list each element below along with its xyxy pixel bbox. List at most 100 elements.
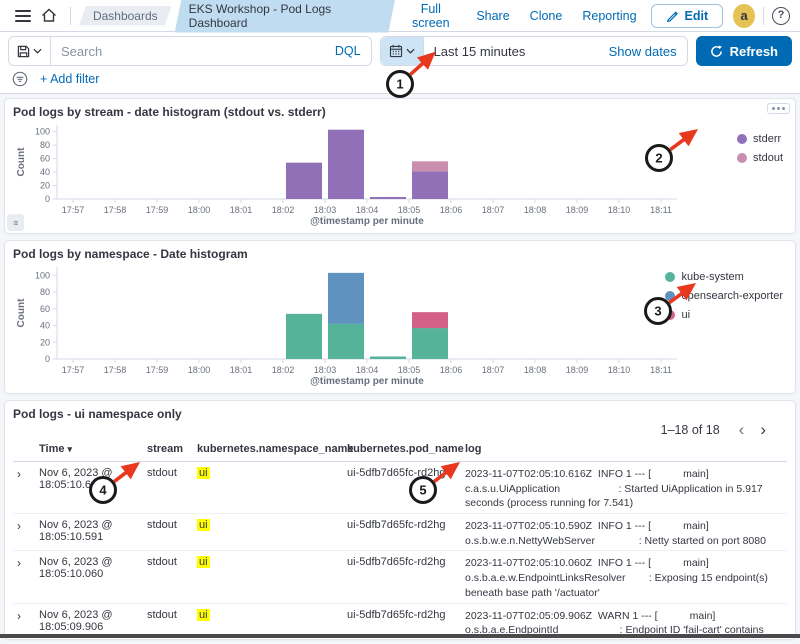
menu-button[interactable]	[10, 6, 36, 26]
column-header-stream[interactable]: stream	[143, 439, 193, 462]
svg-text:@timestamp per minute: @timestamp per minute	[310, 216, 424, 227]
legend-label: ui	[681, 309, 690, 321]
calendar-icon	[389, 44, 403, 58]
svg-text:18:01: 18:01	[230, 205, 253, 215]
svg-text:18:00: 18:00	[188, 365, 211, 375]
column-header-kubernetes-pod-name[interactable]: kubernetes.pod_name	[343, 439, 461, 462]
legend-item-ui[interactable]: ui	[665, 309, 783, 321]
filter-bar: + Add filter	[0, 70, 800, 94]
pagination-label: 1–18 of 18	[661, 423, 720, 437]
expand-row-icon[interactable]: ›	[13, 551, 35, 603]
panel-title[interactable]: Pod logs by namespace - Date histogram	[13, 247, 787, 261]
legend-toggle-icon[interactable]	[7, 214, 24, 231]
namespace-cell: ui	[193, 462, 343, 514]
time-range-label[interactable]: Last 15 minutes	[424, 44, 536, 59]
svg-text:18:09: 18:09	[566, 205, 589, 215]
help-icon[interactable]: ?	[772, 7, 790, 25]
svg-text:18:04: 18:04	[356, 205, 379, 215]
column-header-log[interactable]: log	[461, 439, 787, 462]
svg-text:18:10: 18:10	[608, 205, 631, 215]
table-row: ›Nov 6, 2023 @ 18:05:10.616stdoutuiui-5d…	[13, 462, 787, 514]
pagination-prev-icon[interactable]: ‹	[732, 423, 752, 437]
refresh-button[interactable]: Refresh	[696, 36, 792, 66]
calendar-button[interactable]	[381, 37, 424, 65]
svg-text:0: 0	[45, 354, 50, 364]
svg-text:Count: Count	[16, 147, 27, 177]
breadcrumb-dashboards[interactable]: Dashboards	[79, 6, 172, 26]
legend-item-opensearch-exporter[interactable]: opensearch-exporter	[665, 290, 783, 302]
svg-text:18:05: 18:05	[398, 205, 421, 215]
table-row: ›Nov 6, 2023 @ 18:05:10.060stdoutuiui-5d…	[13, 551, 787, 603]
svg-text:17:57: 17:57	[62, 205, 85, 215]
home-icon	[41, 8, 57, 23]
pod-name-cell: ui-5dfb7d65fc-rd2hg	[343, 514, 461, 551]
sort-desc-icon: ▾	[67, 444, 72, 454]
svg-text:17:59: 17:59	[146, 205, 169, 215]
svg-text:100: 100	[35, 127, 50, 137]
panel-title[interactable]: Pod logs - ui namespace only	[13, 407, 787, 421]
legend-item-kube-system[interactable]: kube-system	[665, 271, 783, 283]
breadcrumb-current[interactable]: EKS Workshop - Pod Logs Dashboard	[175, 0, 396, 33]
avatar[interactable]: a	[733, 4, 755, 28]
svg-text:18:11: 18:11	[650, 365, 672, 375]
svg-text:80: 80	[40, 287, 50, 297]
search-input[interactable]	[51, 44, 325, 59]
panel-pod-logs-by-namespace: Pod logs by namespace - Date histogram 0…	[4, 240, 796, 394]
edit-label: Edit	[685, 9, 709, 23]
pod-name-cell: ui-5dfb7d65fc-rd2hg	[343, 551, 461, 603]
edit-button[interactable]: Edit	[651, 4, 724, 28]
nav-divider	[70, 7, 71, 25]
legend-label: stdout	[753, 152, 783, 164]
namespace-highlight: ui	[197, 467, 210, 479]
stream-cell: stdout	[143, 551, 193, 603]
svg-text:17:58: 17:58	[104, 205, 127, 215]
legend-item-stderr[interactable]: stderr	[737, 133, 783, 145]
dql-button[interactable]: DQL	[325, 44, 371, 58]
column-header-time[interactable]: Time▾	[35, 439, 143, 462]
svg-text:@timestamp per minute: @timestamp per minute	[310, 376, 424, 387]
log-cell: 2023-11-07T02:05:10.060Z INFO 1 --- [ ma…	[461, 551, 787, 603]
legend-dot	[737, 134, 747, 144]
svg-text:18:11: 18:11	[650, 205, 672, 215]
clone-link[interactable]: Clone	[530, 7, 563, 25]
panel-title[interactable]: Pod logs by stream - date histogram (std…	[13, 105, 787, 119]
share-link[interactable]: Share	[476, 7, 509, 25]
home-button[interactable]	[36, 5, 62, 26]
namespace-highlight: ui	[197, 519, 210, 531]
show-dates-link[interactable]: Show dates	[599, 44, 687, 59]
panel-pod-logs-table: Pod logs - ui namespace only 1–18 of 18 …	[4, 400, 796, 640]
add-filter-button[interactable]: + Add filter	[40, 72, 99, 86]
filter-options-button[interactable]	[12, 71, 28, 87]
time-cell: Nov 6, 2023 @ 18:05:10.616	[35, 462, 143, 514]
legend-label: opensearch-exporter	[681, 290, 783, 302]
svg-text:Count: Count	[16, 298, 27, 328]
svg-text:18:01: 18:01	[230, 365, 253, 375]
svg-text:40: 40	[40, 167, 50, 177]
svg-text:18:10: 18:10	[608, 365, 631, 375]
svg-text:17:58: 17:58	[104, 365, 127, 375]
dashboard-main: Pod logs by stream - date histogram (std…	[0, 94, 800, 644]
chart-legend: kube-system opensearch-exporter ui	[665, 271, 783, 321]
svg-text:18:00: 18:00	[188, 205, 211, 215]
query-bar: DQL Last 15 minutes Show dates Refresh	[0, 32, 800, 70]
chevron-down-icon	[33, 48, 42, 54]
svg-text:80: 80	[40, 140, 50, 150]
expand-row-icon[interactable]: ›	[13, 462, 35, 514]
saved-query-button[interactable]	[9, 37, 51, 65]
hamburger-icon	[15, 9, 31, 23]
full-screen-link[interactable]: Full screen	[405, 0, 456, 32]
panel-options-icon[interactable]	[767, 103, 790, 114]
namespace-cell: ui	[193, 514, 343, 551]
svg-text:0: 0	[45, 194, 50, 204]
stream-histogram-chart[interactable]: 02040608010017:5717:5817:5918:0018:0118:…	[13, 119, 787, 227]
column-header-kubernetes-namespace-name[interactable]: kubernetes.namespace_name	[193, 439, 343, 462]
namespace-cell: ui	[193, 551, 343, 603]
svg-text:18:03: 18:03	[314, 205, 337, 215]
filter-options-icon	[12, 71, 28, 87]
legend-dot	[665, 310, 675, 320]
legend-item-stdout[interactable]: stdout	[737, 152, 783, 164]
pagination-next-icon[interactable]: ›	[753, 423, 773, 437]
expand-row-icon[interactable]: ›	[13, 514, 35, 551]
legend-label: stderr	[753, 133, 781, 145]
reporting-link[interactable]: Reporting	[582, 7, 636, 25]
